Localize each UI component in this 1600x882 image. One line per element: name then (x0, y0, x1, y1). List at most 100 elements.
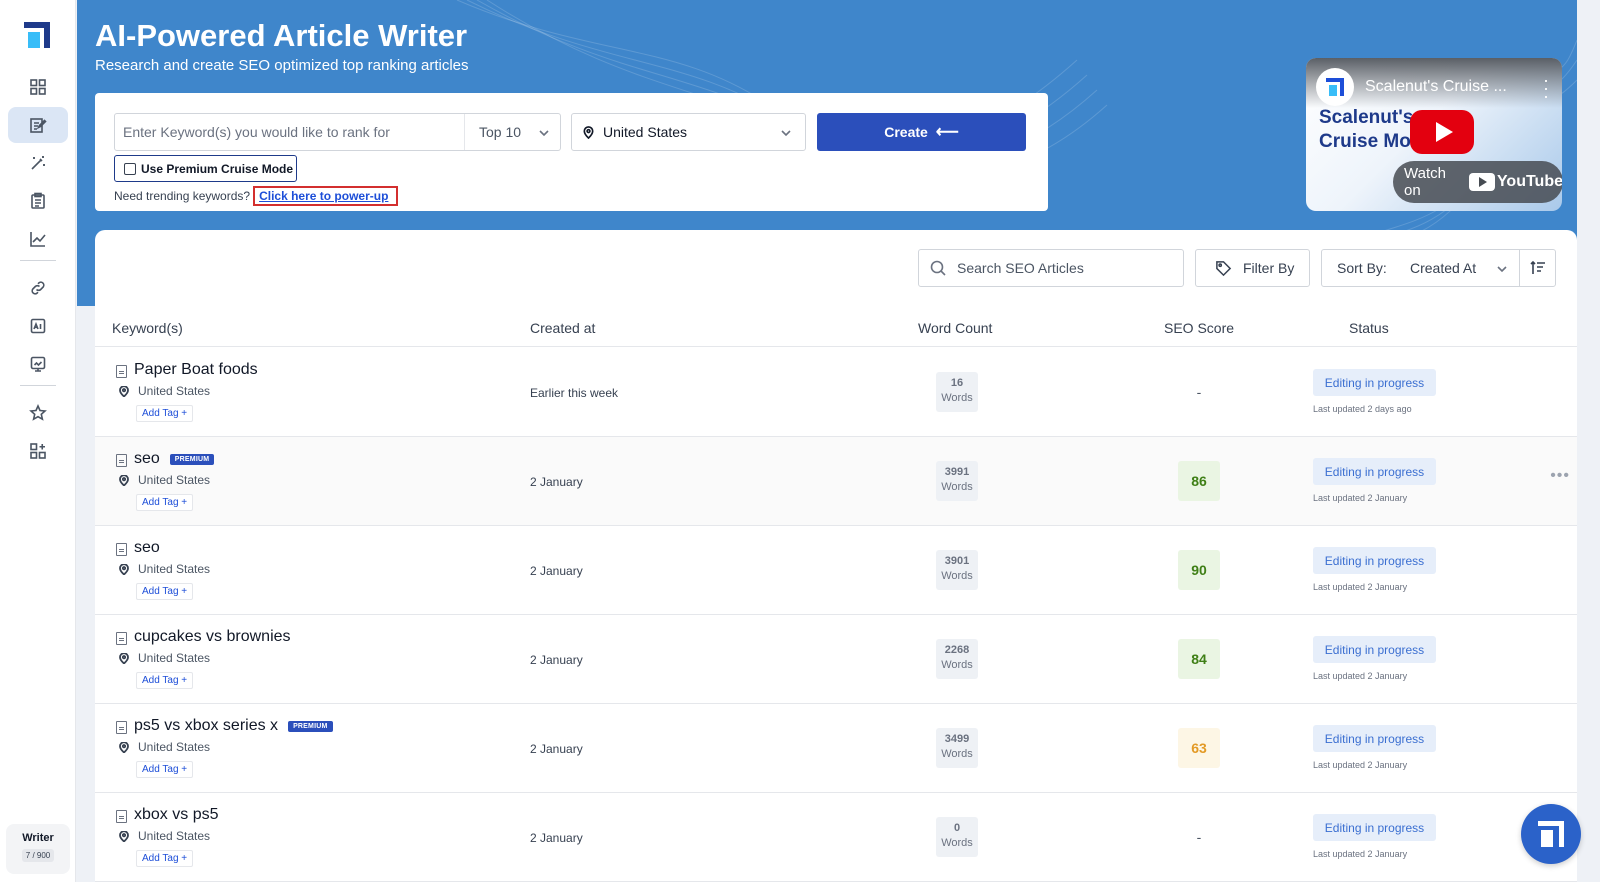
status-badge[interactable]: Editing in progress (1313, 547, 1436, 574)
magic-wand-icon[interactable] (8, 145, 68, 181)
article-writer-icon[interactable] (8, 107, 68, 143)
checkbox-box[interactable] (124, 162, 136, 175)
last-updated-text: Last updated 2 January (1313, 582, 1408, 592)
add-tag-button[interactable]: Add Tag + (136, 494, 194, 511)
sidebar: Writer 7 / 900 (0, 0, 76, 882)
scalenut-logo[interactable] (24, 22, 50, 48)
article-location: United States (138, 384, 211, 398)
column-header-keyword: Keyword(s) (112, 320, 183, 336)
sort-by-label: Sort By: (1337, 260, 1387, 276)
more-options-icon[interactable]: · · · (1543, 71, 1549, 105)
clipboard-icon[interactable] (8, 183, 68, 219)
tutorial-video-embed[interactable]: Scalenut's Cruise ... · · · Scalenut's Cru… (1306, 58, 1562, 211)
created-date: 2 January (530, 564, 583, 578)
article-keyword[interactable]: ps5 vs xbox series x (134, 717, 278, 735)
play-icon[interactable] (1410, 110, 1474, 154)
help-chat-button[interactable] (1521, 804, 1581, 864)
add-tag-button[interactable]: Add Tag + (136, 583, 194, 600)
ai-image-icon[interactable] (8, 308, 68, 344)
article-keyword[interactable]: seo (134, 450, 160, 468)
article-keyword[interactable]: seo (134, 539, 160, 557)
watch-on-youtube-button[interactable]: Watch on YouTube (1393, 161, 1562, 203)
keyword-input[interactable] (115, 115, 465, 149)
report-icon[interactable] (8, 346, 68, 382)
words-label: Words (941, 570, 973, 582)
country-value: United States (603, 124, 688, 140)
word-count-value: 2268 (944, 644, 970, 656)
status-badge[interactable]: Editing in progress (1313, 814, 1436, 841)
word-count-badge: 16 Words (936, 372, 978, 412)
table-row[interactable]: seo United States Add Tag + 2 January 39… (95, 526, 1577, 615)
sidebar-divider (20, 385, 56, 386)
last-updated-text: Last updated 2 January (1313, 849, 1408, 859)
table-row[interactable]: cupcakes vs brownies United States Add T… (95, 615, 1577, 704)
location-pin-icon (119, 652, 129, 664)
status-badge[interactable]: Editing in progress (1313, 369, 1436, 396)
analytics-icon[interactable] (8, 221, 68, 257)
article-keyword[interactable]: Paper Boat foods (134, 361, 258, 379)
star-icon[interactable] (8, 395, 68, 431)
create-button[interactable]: Create ⟵ (817, 113, 1026, 151)
location-pin-icon (119, 830, 129, 842)
add-tag-button[interactable]: Add Tag + (136, 405, 194, 422)
article-location: United States (138, 562, 211, 576)
channel-avatar[interactable] (1316, 68, 1354, 106)
column-header-status: Status (1349, 320, 1389, 336)
table-row[interactable]: Paper Boat foods United States Add Tag +… (95, 348, 1577, 437)
last-updated-text: Last updated 2 January (1313, 671, 1408, 681)
top-results-value: Top 10 (479, 124, 522, 140)
apps-icon[interactable] (8, 433, 68, 469)
location-pin-icon (119, 741, 129, 753)
word-count-badge: 2268 Words (936, 639, 978, 679)
status-badge[interactable]: Editing in progress (1313, 636, 1436, 663)
create-article-card: Top 10 United States Create ⟵ Use Premiu… (95, 93, 1048, 211)
sort-order-icon (1529, 260, 1545, 274)
plan-usage[interactable]: Writer 7 / 900 (6, 824, 70, 874)
trending-keywords-row: Need trending keywords? Click here to po… (114, 186, 399, 206)
created-date: Earlier this week (530, 386, 619, 400)
page-title: AI-Powered Article Writer (95, 18, 468, 53)
add-tag-button[interactable]: Add Tag + (136, 850, 194, 867)
chevron-down-icon (538, 126, 550, 138)
top-results-select[interactable]: Top 10 (464, 114, 560, 150)
location-pin-icon (583, 125, 594, 139)
plan-count: 7 / 900 (21, 849, 55, 862)
table-row[interactable]: seo PREMIUM United States Add Tag + 2 Jan… (95, 437, 1577, 526)
more-actions-icon[interactable]: ••• (1550, 467, 1570, 485)
filter-by-label: Filter By (1243, 260, 1295, 276)
add-tag-button[interactable]: Add Tag + (136, 761, 194, 778)
word-count-badge: 3991 Words (936, 461, 978, 501)
document-icon (116, 632, 127, 645)
words-label: Words (941, 748, 973, 760)
sort-direction-button[interactable] (1519, 250, 1555, 286)
video-thumbnail-text: Scalenut's Cruise Mo (1319, 106, 1413, 154)
sort-by-value: Created At (1410, 260, 1477, 276)
premium-badge: PREMIUM (288, 720, 333, 732)
created-date: 2 January (530, 831, 583, 845)
word-count-value: 3499 (944, 733, 970, 745)
words-label: Words (941, 659, 973, 671)
search-articles-input[interactable] (957, 260, 1167, 276)
word-count-badge: 0 Words (936, 817, 978, 857)
status-badge[interactable]: Editing in progress (1313, 725, 1436, 752)
article-keyword[interactable]: xbox vs ps5 (134, 806, 218, 824)
country-select[interactable]: United States (571, 113, 806, 151)
seo-score: - (1196, 829, 1202, 845)
premium-cruise-checkbox[interactable]: Use Premium Cruise Mode (114, 155, 297, 182)
article-keyword[interactable]: cupcakes vs brownies (134, 628, 291, 646)
sidebar-divider (20, 260, 56, 261)
document-icon (116, 454, 127, 467)
table-row[interactable]: xbox vs ps5 United States Add Tag + 2 Ja… (95, 793, 1577, 882)
words-label: Words (941, 837, 973, 849)
last-updated-text: Last updated 2 January (1313, 760, 1408, 770)
table-row[interactable]: ps5 vs xbox series x PREMIUM United State… (95, 704, 1577, 793)
filter-by-button[interactable]: Filter By (1195, 249, 1310, 287)
sort-by-select[interactable]: Sort By: Created At (1321, 249, 1556, 287)
seo-score: 90 (1178, 550, 1220, 590)
video-title[interactable]: Scalenut's Cruise ... (1365, 78, 1507, 96)
dashboard-icon[interactable] (8, 69, 68, 105)
power-up-link[interactable]: Click here to power-up (253, 186, 399, 206)
add-tag-button[interactable]: Add Tag + (136, 672, 194, 689)
status-badge[interactable]: Editing in progress (1313, 458, 1436, 485)
link-icon[interactable] (8, 270, 68, 306)
